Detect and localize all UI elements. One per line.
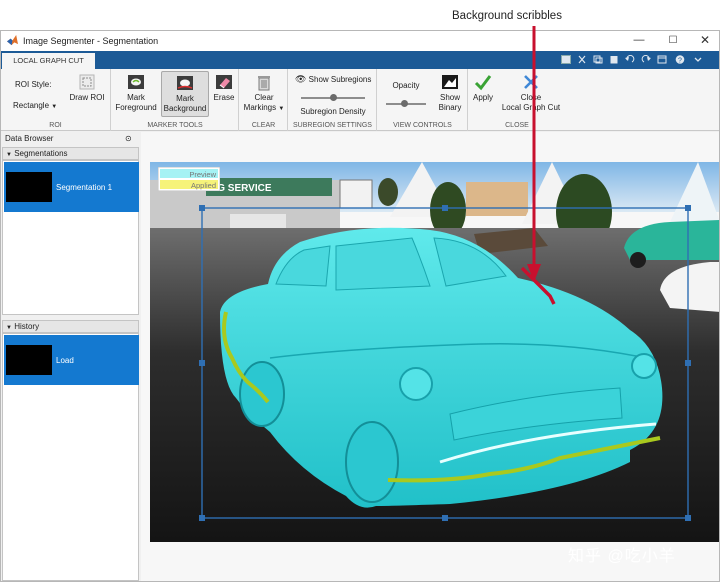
screen: { "annotation": { "label": "Background s… [0,0,720,582]
annotation-arrow [527,26,541,282]
watermark: 知乎 @吃小羊 [568,548,676,565]
